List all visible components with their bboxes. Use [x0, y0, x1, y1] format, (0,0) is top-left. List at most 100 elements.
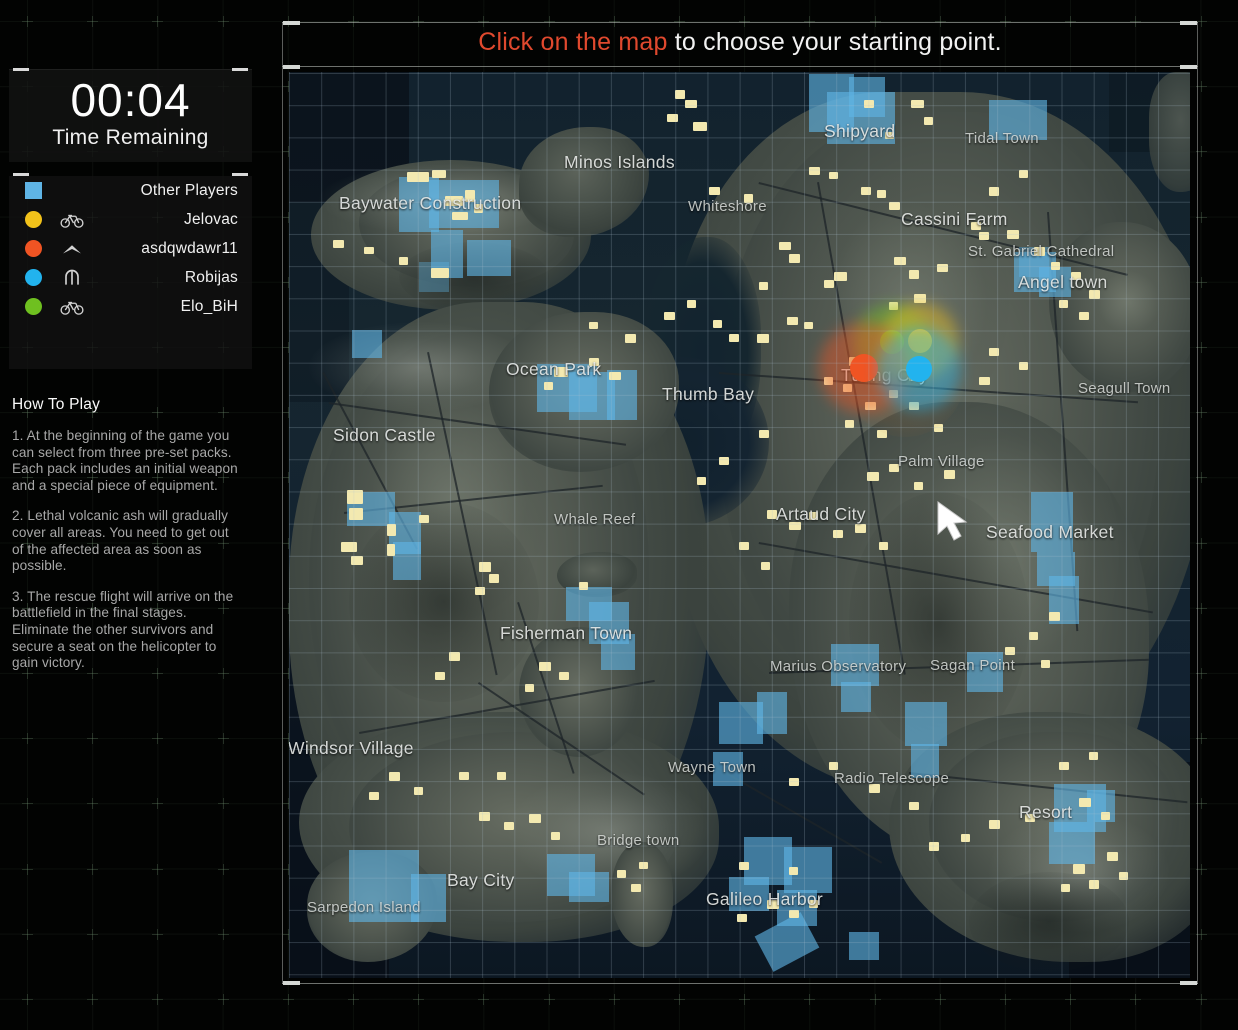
building	[435, 672, 445, 680]
building	[631, 884, 641, 892]
frame-tick-bottom-right	[1180, 981, 1197, 985]
building	[589, 322, 598, 329]
loot-zone	[729, 877, 769, 911]
building	[744, 194, 753, 203]
building	[1079, 312, 1089, 320]
trident-icon	[55, 269, 89, 287]
loot-zone	[841, 682, 871, 712]
legend-row: Other Players	[9, 176, 252, 205]
building	[855, 524, 866, 533]
loot-zone	[349, 850, 379, 922]
building	[979, 232, 989, 240]
building	[559, 672, 569, 680]
building	[1041, 660, 1050, 668]
building	[739, 862, 749, 870]
building	[834, 272, 847, 281]
grid-crosshair	[87, 928, 99, 940]
grid-crosshair	[934, 994, 946, 1005]
circle-marker-icon	[25, 211, 42, 228]
building	[351, 556, 363, 565]
building	[809, 512, 818, 520]
building	[459, 772, 469, 780]
building	[789, 522, 801, 530]
building	[589, 358, 599, 366]
building	[364, 247, 374, 254]
timer-tick-right	[232, 68, 248, 71]
building	[445, 196, 463, 206]
grid-crosshair	[217, 863, 229, 875]
building	[407, 172, 429, 182]
grid-crosshair	[413, 994, 425, 1005]
building	[504, 822, 514, 830]
building	[554, 367, 568, 377]
building	[979, 377, 990, 385]
building	[667, 114, 678, 122]
grid-crosshair	[152, 928, 164, 940]
building	[369, 792, 379, 800]
building	[341, 542, 357, 552]
game-map[interactable]: Baywater Construction Minos Islands Whites…	[289, 72, 1190, 978]
building	[1073, 864, 1085, 874]
legend-label: Other Players	[140, 181, 238, 199]
loot-zone	[831, 644, 879, 686]
grid-crosshair	[22, 798, 33, 810]
building	[387, 524, 396, 536]
building	[687, 300, 696, 308]
legend-color-swatch	[25, 211, 55, 228]
building	[1089, 752, 1098, 760]
grid-crosshair	[152, 798, 164, 810]
building	[911, 100, 924, 108]
building	[664, 312, 675, 320]
grid-crosshair	[543, 994, 555, 1005]
building	[709, 187, 720, 195]
bicycle-icon	[55, 211, 89, 229]
building	[432, 170, 446, 178]
frame-line-top-outer	[282, 22, 1198, 23]
building	[1071, 272, 1081, 280]
legend-row: Elo_BiH	[9, 292, 252, 321]
building	[789, 867, 798, 875]
building	[1061, 884, 1070, 892]
building	[539, 662, 551, 671]
frame-tick-mid-left	[283, 65, 300, 69]
building	[693, 122, 707, 131]
building	[399, 257, 408, 265]
building	[779, 242, 791, 250]
loot-zone	[905, 702, 947, 746]
legend-tick-left	[13, 173, 29, 176]
building	[944, 470, 955, 479]
building	[761, 562, 770, 570]
legend-row: Robijas	[9, 263, 252, 292]
building	[861, 187, 871, 195]
grid-crosshair	[217, 798, 229, 810]
building	[452, 212, 468, 220]
building	[914, 482, 923, 490]
building	[914, 294, 926, 303]
building	[767, 900, 779, 909]
building	[929, 842, 939, 851]
building	[1005, 647, 1015, 655]
grid-crosshair	[739, 994, 751, 1005]
chevron-up-icon	[55, 240, 89, 258]
building	[889, 464, 899, 472]
page-title-accent: Click on the map	[478, 28, 668, 56]
loot-zone	[1049, 822, 1095, 864]
building	[833, 530, 843, 538]
building	[1019, 362, 1028, 370]
how-to-play-title: How To Play	[12, 396, 101, 413]
loot-zone	[911, 744, 939, 778]
loot-zone	[849, 77, 885, 117]
grid-crosshair	[804, 994, 816, 1005]
building	[1059, 762, 1069, 770]
building	[787, 317, 798, 325]
frame-tick-top-right	[1180, 21, 1197, 25]
grid-crosshair	[478, 994, 490, 1005]
player-marker[interactable]	[906, 356, 932, 382]
building	[1049, 612, 1060, 621]
building	[387, 544, 395, 556]
grid-crosshair	[87, 798, 99, 810]
building	[489, 574, 499, 583]
building	[759, 430, 769, 438]
grid-crosshair	[1195, 994, 1207, 1005]
player-marker[interactable]	[850, 354, 878, 382]
